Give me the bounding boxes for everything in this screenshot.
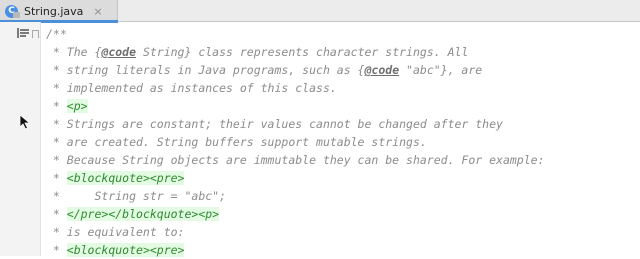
html-tag-token: </pre></blockquote><p> <box>66 207 220 221</box>
code-line: * is equivalent to: <box>46 223 640 241</box>
code-line: * <blockquote><pre> <box>46 169 640 187</box>
code-line: * are created. String buffers support mu… <box>46 133 640 151</box>
code-line: /** <box>46 25 640 43</box>
code-line: * string literals in Java programs, such… <box>46 61 640 79</box>
comment-text: * implemented as instances of this class… <box>46 81 337 95</box>
comment-text: * is equivalent to: <box>46 225 185 239</box>
comment-text: * String str = "abc"; <box>46 189 227 203</box>
lock-icon <box>13 11 20 18</box>
comment-text: * The { <box>46 45 102 59</box>
mouse-pointer-icon <box>19 114 31 130</box>
comment-text: "abc"}, are <box>399 63 483 77</box>
comment-text: * <box>46 243 67 257</box>
comment-text: * Because String objects are immutable t… <box>46 153 545 167</box>
code-line: * <p> <box>46 97 640 115</box>
comment-text: /** <box>46 27 67 41</box>
html-tag-token: <blockquote><pre> <box>66 171 185 185</box>
javadoc-tag-token: @code <box>101 45 137 59</box>
code-line: * Because String objects are immutable t… <box>46 151 640 169</box>
code-line: * <blockquote><pre> <box>46 241 640 259</box>
code-line: * Strings are constant; their values can… <box>46 115 640 133</box>
html-tag-token: <blockquote><pre> <box>66 243 185 257</box>
tab-label: String.java <box>24 4 84 18</box>
comment-text: * <box>46 171 67 185</box>
tab-string-java[interactable]: C String.java × <box>0 0 118 23</box>
javadoc-tag-token: @code <box>364 63 400 77</box>
comment-text: * are created. String buffers support mu… <box>46 135 427 149</box>
code-editor[interactable]: /** * The {@code String} class represent… <box>46 25 640 259</box>
code-line: * String str = "abc"; <box>46 187 640 205</box>
toggle-rendered-view-icon[interactable] <box>17 28 29 38</box>
editor-gutter <box>0 22 41 256</box>
code-line: * implemented as instances of this class… <box>46 79 640 97</box>
comment-text: * <box>46 99 67 113</box>
code-line: * </pre></blockquote><p> <box>46 205 640 223</box>
close-icon[interactable]: × <box>93 5 102 18</box>
java-class-icon: C <box>5 4 20 19</box>
comment-text: * string literals in Java programs, such… <box>46 63 365 77</box>
fold-marker-icon[interactable] <box>32 30 39 38</box>
comment-text: * Strings are constant; their values can… <box>46 117 503 131</box>
html-tag-token: <p> <box>66 99 88 113</box>
editor-tab-bar: C String.java × <box>0 0 640 23</box>
comment-text: String} class represents character strin… <box>136 45 469 59</box>
comment-text: * <box>46 207 67 221</box>
code-line: * The {@code String} class represents ch… <box>46 43 640 61</box>
